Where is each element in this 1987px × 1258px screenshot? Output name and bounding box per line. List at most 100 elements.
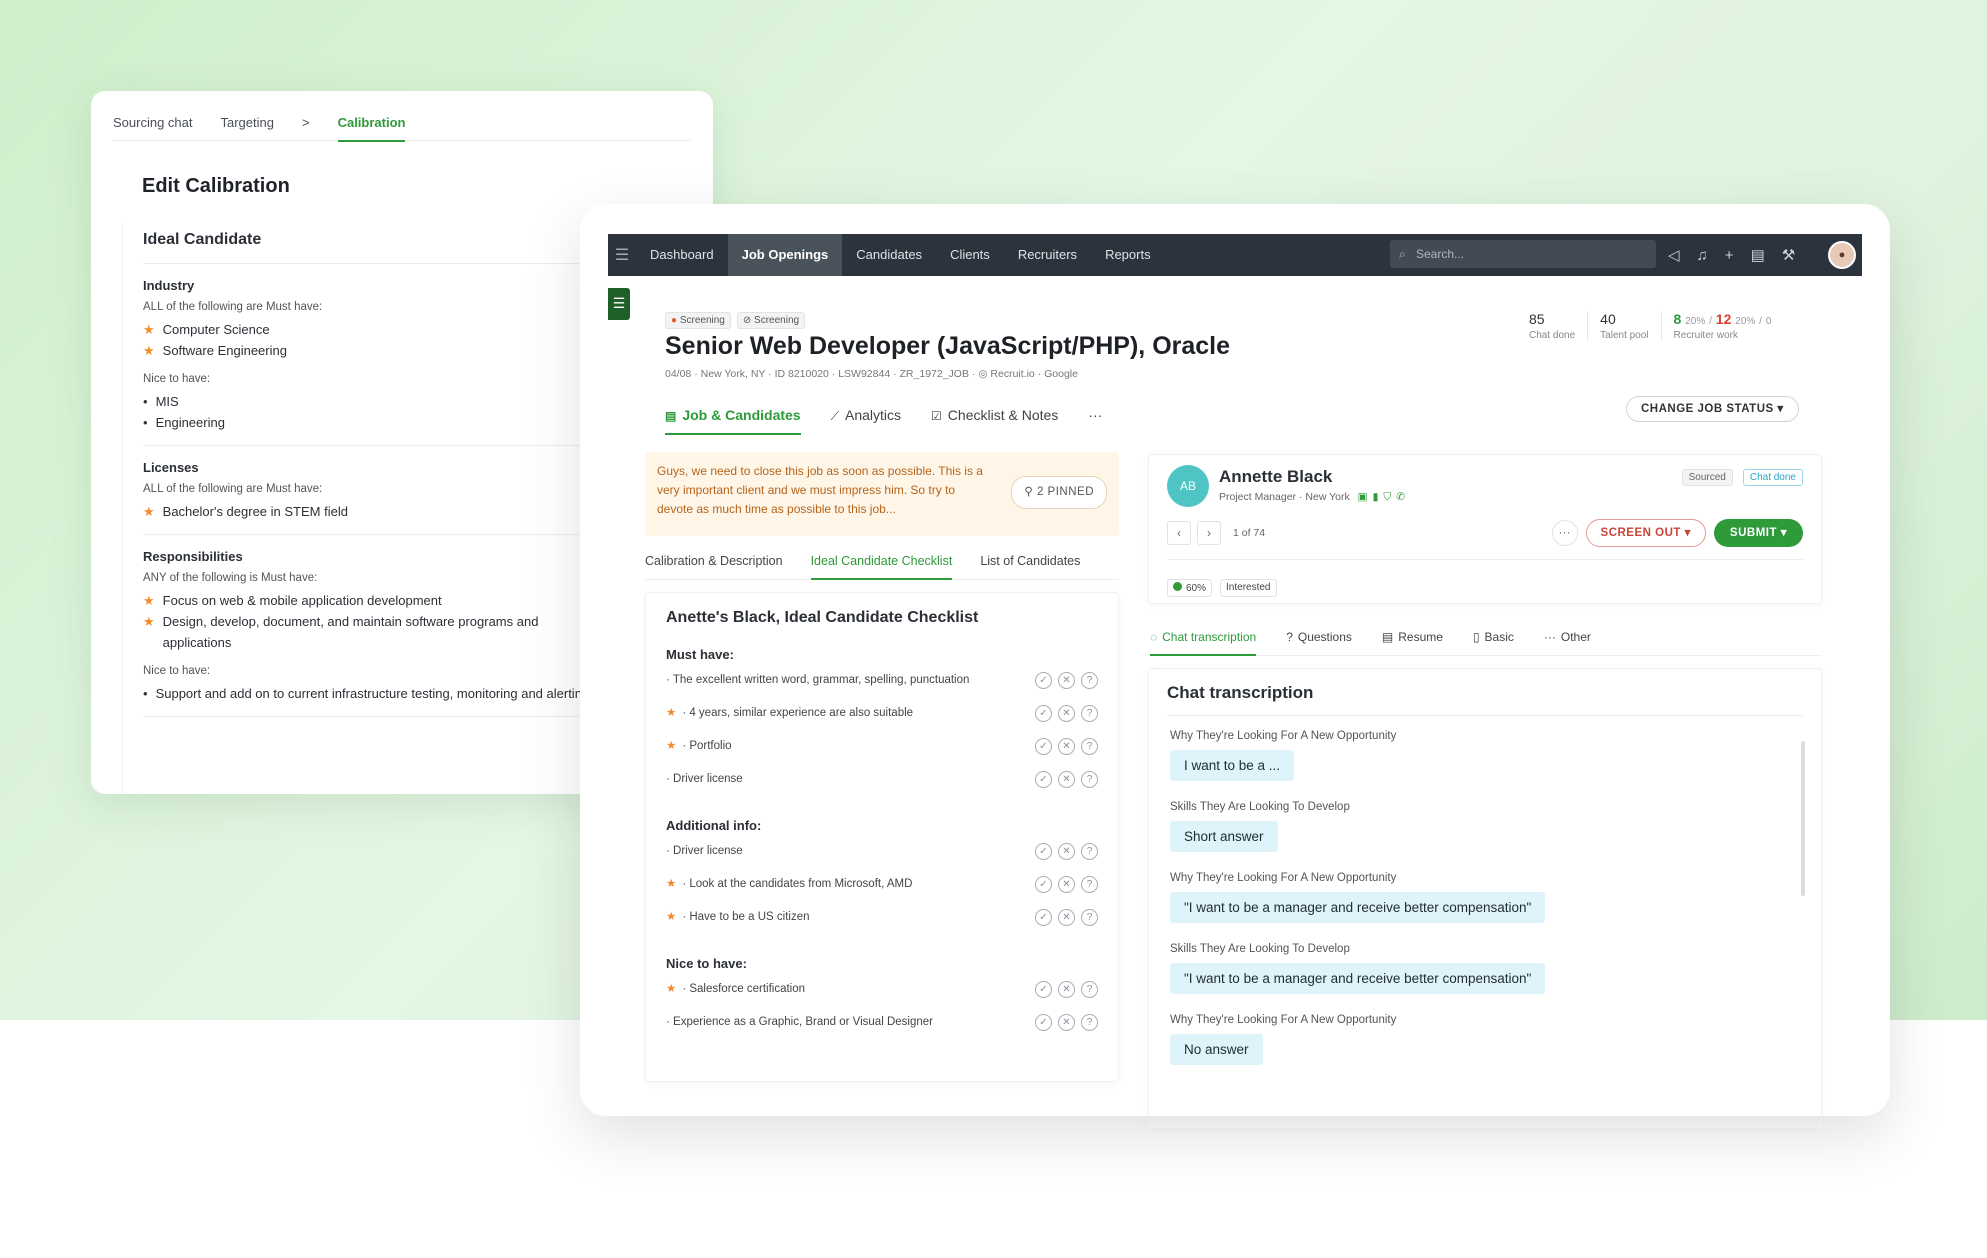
must-note: ALL of the following are Must have: <box>143 483 323 495</box>
x-circle-icon[interactable]: ✕ <box>1058 876 1075 893</box>
search-icon: ⌕ <box>1399 247 1406 261</box>
avatar: AB <box>1167 465 1209 507</box>
job-stats: 85 Chat done 40 Talent pool 8 20% / 12 20%… <box>1517 311 1783 341</box>
megaphone-icon[interactable]: ◁ <box>1668 246 1680 264</box>
question-circle-icon[interactable]: ? <box>1081 909 1098 926</box>
tab-sourcing-chat[interactable]: Sourcing chat <box>113 115 193 130</box>
responsibilities-title: Responsibilities <box>143 549 243 564</box>
change-job-status-button[interactable]: CHANGE JOB STATUS ▾ <box>1626 396 1799 422</box>
question-circle-icon[interactable]: ? <box>1081 705 1098 722</box>
scrollbar[interactable] <box>1801 741 1805 896</box>
checklist-item: · The excellent written word, grammar, s… <box>666 672 1098 705</box>
shield-icon[interactable]: ⛉ <box>1383 491 1391 503</box>
tab-other[interactable]: ··· Other <box>1544 622 1591 655</box>
tab-targeting[interactable]: Targeting <box>221 115 274 130</box>
x-circle-icon[interactable]: ✕ <box>1058 1014 1075 1031</box>
sidebar-toggle-icon[interactable]: ☰ <box>608 288 630 320</box>
tab-calibration-description[interactable]: Calibration & Description <box>645 550 783 579</box>
submit-button[interactable]: SUBMIT ▾ <box>1713 519 1803 547</box>
question-circle-icon[interactable]: ? <box>1081 1014 1098 1031</box>
tab-analytics[interactable]: ⟋ Analytics <box>831 397 901 434</box>
nav-reports[interactable]: Reports <box>1091 234 1165 276</box>
bell-icon[interactable]: ♫ <box>1697 247 1708 264</box>
check-circle-icon[interactable]: ✓ <box>1035 705 1052 722</box>
nav-tools: ◁ ♫ + ▤ ⚒ <box>1668 234 1795 276</box>
check-circle-icon[interactable]: ✓ <box>1035 1014 1052 1031</box>
check-circle-icon[interactable]: ✓ <box>1035 981 1052 998</box>
x-circle-icon[interactable]: ✕ <box>1058 981 1075 998</box>
caret-down-icon: ▾ <box>1684 527 1691 539</box>
calibration-tabs: Sourcing chat Targeting > Calibration <box>113 105 691 142</box>
tab-job-candidates[interactable]: ▤ Job & Candidates <box>665 397 801 435</box>
question-circle-icon[interactable]: ? <box>1081 771 1098 788</box>
pinned-button[interactable]: ⚲ 2 PINNED <box>1011 476 1107 509</box>
job-status-chips: ● Screening ⊘ Screening <box>665 310 811 329</box>
question-circle-icon[interactable]: ? <box>1081 876 1098 893</box>
x-circle-icon[interactable]: ✕ <box>1058 672 1075 689</box>
tab-ideal-candidate-checklist[interactable]: Ideal Candidate Checklist <box>810 550 952 580</box>
phone-icon[interactable]: ✆ <box>1396 491 1405 503</box>
checklist-item: ★ · Portfolio ✓ ✕? <box>666 738 1098 771</box>
candidate-name: Annette Black <box>1219 467 1333 486</box>
bullet-icon: • <box>143 394 148 409</box>
question-circle-icon[interactable]: ? <box>1081 843 1098 860</box>
must-note: ALL of the following are Must have: <box>143 301 323 313</box>
question-circle-icon[interactable]: ? <box>1081 738 1098 755</box>
nav-recruiters[interactable]: Recruiters <box>1004 234 1091 276</box>
check-circle-icon[interactable]: ✓ <box>1035 876 1052 893</box>
left-tabs: Calibration & Description Ideal Candidat… <box>645 550 1119 580</box>
wrench-icon[interactable]: ⚒ <box>1782 246 1795 264</box>
tab-list-of-candidates[interactable]: List of Candidates <box>980 550 1080 579</box>
plus-icon[interactable]: + <box>1725 247 1734 264</box>
prev-arrow-icon[interactable]: ‹ <box>1167 521 1191 545</box>
checklist-item: · Driver license ✓ ✕? <box>666 771 1098 804</box>
question-icon: ? <box>1286 630 1293 644</box>
must-note: ANY of the following is Must have: <box>143 572 318 584</box>
question-circle-icon[interactable]: ? <box>1081 672 1098 689</box>
check-circle-icon[interactable]: ✓ <box>1035 909 1052 926</box>
chat-done-badge: Chat done <box>1742 469 1803 486</box>
nav-candidates[interactable]: Candidates <box>842 234 936 276</box>
tab-calibration[interactable]: Calibration <box>337 115 405 142</box>
stat-chat-done: 85 Chat done <box>1517 311 1589 341</box>
checkbox-icon: ☑ <box>931 409 942 423</box>
checklist-item: ★ · Look at the candidates from Microsoft… <box>666 876 1098 909</box>
check-circle-icon[interactable]: ✓ <box>1035 672 1052 689</box>
x-circle-icon[interactable]: ✕ <box>1058 909 1075 926</box>
nav-dashboard[interactable]: Dashboard <box>636 234 728 276</box>
tab-chat-transcription[interactable]: ◌ Chat transcription <box>1150 622 1257 656</box>
list-item: ★ Bachelor's degree in STEM field <box>143 501 607 522</box>
user-avatar[interactable]: ● <box>1828 241 1856 269</box>
x-circle-icon[interactable]: ✕ <box>1058 705 1075 722</box>
candidate-role: Project Manager · New York ▣ ▮ ⛉ ✆ <box>1219 491 1406 503</box>
list-item: ★ Computer Science <box>143 319 607 340</box>
document-icon[interactable]: ▤ <box>1751 246 1765 264</box>
tab-checklist-notes[interactable]: ☑ Checklist & Notes <box>931 397 1058 433</box>
top-navbar: ☰ Dashboard Job Openings Candidates Clie… <box>608 234 1862 276</box>
screen-out-button[interactable]: SCREEN OUT ▾ <box>1585 519 1706 547</box>
x-circle-icon[interactable]: ✕ <box>1058 738 1075 755</box>
tab-questions[interactable]: ? Questions <box>1286 622 1352 655</box>
more-options-icon[interactable]: ··· <box>1551 520 1578 546</box>
responsibilities-section: Responsibilities ANY of the following is… <box>143 549 607 717</box>
linkedin-icon[interactable]: ▣ <box>1358 491 1368 503</box>
tab-basic[interactable]: ▯ Basic <box>1473 622 1514 655</box>
nav-clients[interactable]: Clients <box>936 234 1004 276</box>
check-circle-icon[interactable]: ✓ <box>1035 843 1052 860</box>
more-tabs-icon[interactable]: ··· <box>1088 397 1102 433</box>
next-arrow-icon[interactable]: › <box>1197 521 1221 545</box>
search-input[interactable]: ⌕ Search... <box>1390 240 1656 268</box>
left-column: Guys, we need to close this job as soon … <box>645 452 1119 1082</box>
question-circle-icon[interactable]: ? <box>1081 981 1098 998</box>
check-circle-icon[interactable]: ✓ <box>1035 771 1052 788</box>
x-circle-icon[interactable]: ✕ <box>1058 771 1075 788</box>
check-circle-icon[interactable]: ✓ <box>1035 738 1052 755</box>
chart-icon: ⟋ <box>830 408 839 423</box>
nav-job-openings[interactable]: Job Openings <box>727 234 843 276</box>
section-title: Ideal Candidate <box>143 231 607 264</box>
hamburger-menu-icon[interactable]: ☰ <box>608 245 636 265</box>
tab-resume[interactable]: ▤ Resume <box>1382 622 1443 655</box>
resume-icon[interactable]: ▮ <box>1373 491 1379 503</box>
industry-section: Industry ALL of the following are Must h… <box>143 278 607 446</box>
x-circle-icon[interactable]: ✕ <box>1058 843 1075 860</box>
